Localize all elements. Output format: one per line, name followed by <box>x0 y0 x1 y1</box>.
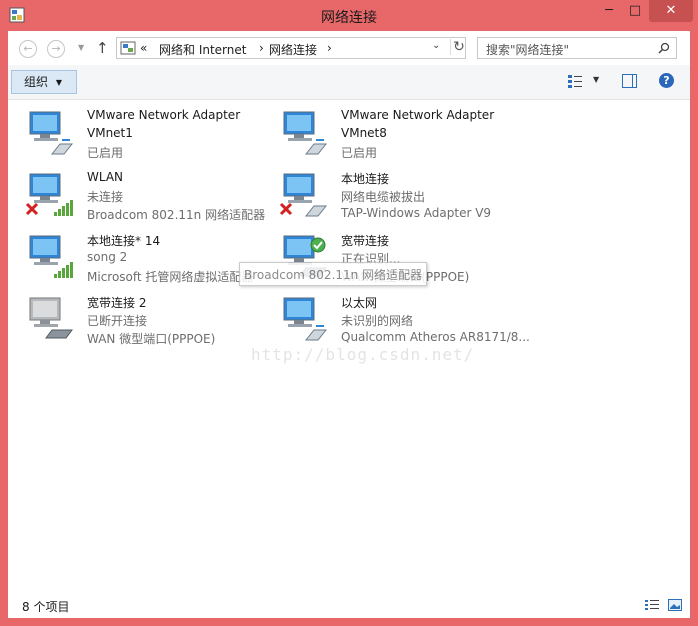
connection-item-ethernet[interactable]: 以太网 未识别的网络 Qualcomm Atheros AR8171/8... <box>278 294 530 352</box>
connection-name: 以太网 <box>341 296 378 310</box>
connection-name: WLAN <box>87 170 124 184</box>
large-icons-view-icon[interactable] <box>668 599 682 611</box>
network-adapter-icon <box>283 297 328 341</box>
connection-item-wlan[interactable]: WLAN 未连接 Broadcom 802.11n 网络适配器 <box>24 170 274 228</box>
connection-status: 已断开连接 <box>87 314 148 328</box>
connection-name: VMware Network Adapter <box>87 108 241 122</box>
connection-name: 宽带连接 <box>341 234 390 248</box>
wireless-adapter-icon <box>29 235 73 278</box>
address-dropdown-button[interactable]: ⌄ <box>432 40 440 51</box>
navigation-bar: ← → ▼ ↑ « 网络和 Internet › 网络连接 › ⌄ ↻ 搜索"网… <box>8 31 690 64</box>
tooltip: Broadcom 802.11n 网络适配器 <box>239 262 427 286</box>
search-icon[interactable] <box>658 42 670 54</box>
connections-list: http://blog.csdn.net/ VMware Network Ada… <box>8 100 690 590</box>
details-view-icon[interactable] <box>645 600 659 611</box>
connection-device: TAP-Windows Adapter V9 <box>341 206 492 220</box>
refresh-button[interactable]: ↻ <box>450 39 467 55</box>
broadband-modem-icon <box>29 297 73 339</box>
forward-button[interactable]: → <box>47 40 65 58</box>
connection-item-local[interactable]: 本地连接 网络电缆被拔出 TAP-Windows Adapter V9 <box>278 170 528 228</box>
close-button[interactable]: ✕ <box>649 0 693 22</box>
connection-device: Qualcomm Atheros AR8171/8... <box>341 330 530 344</box>
chevron-down-icon: ▼ <box>55 78 62 87</box>
connection-status: 网络电缆被拔出 <box>341 190 426 204</box>
breadcrumb-overflow[interactable]: « <box>140 41 147 55</box>
client-area: ← → ▼ ↑ « 网络和 Internet › 网络连接 › ⌄ ↻ 搜索"网… <box>8 31 690 618</box>
maximize-button[interactable]: □ <box>622 0 648 22</box>
connection-device: WAN 微型端口(PPPOE) <box>87 332 216 346</box>
connection-status: 未连接 <box>87 190 124 204</box>
connection-status: song 2 <box>87 250 128 264</box>
breadcrumb-network-internet[interactable]: 网络和 Internet <box>159 41 246 58</box>
network-adapter-icon <box>283 111 328 155</box>
connection-item-vmnet8[interactable]: VMware Network Adapter VMnet8 已启用 <box>278 108 528 166</box>
connection-status: 未识别的网络 <box>341 314 414 328</box>
window-title: 网络连接 <box>321 10 377 26</box>
network-folder-icon <box>120 41 136 55</box>
breadcrumb-separator[interactable]: › <box>327 41 332 55</box>
help-button[interactable]: ? <box>659 73 674 88</box>
title-bar[interactable]: 网络连接 ─ □ ✕ <box>0 0 698 32</box>
connection-item-vmnet1[interactable]: VMware Network Adapter VMnet1 已启用 <box>24 108 274 166</box>
view-dropdown-button[interactable]: ▼ <box>593 75 599 84</box>
minimize-button[interactable]: ─ <box>596 0 622 22</box>
explorer-window: 网络连接 ─ □ ✕ ← → ▼ ↑ « 网络和 Internet › 网络连接… <box>0 0 698 626</box>
preview-pane-button[interactable] <box>622 74 637 88</box>
network-adapter-icon <box>279 173 328 217</box>
view-options-icon[interactable] <box>567 73 583 89</box>
breadcrumb-separator[interactable]: › <box>259 41 264 55</box>
connection-name: 本地连接 <box>341 172 390 186</box>
tooltip-text: Broadcom 802.11n 网络适配器 <box>244 268 423 282</box>
breadcrumb-network-connections[interactable]: 网络连接 <box>269 41 317 58</box>
connection-name: 本地连接* 14 <box>87 234 161 248</box>
back-button[interactable]: ← <box>19 40 37 58</box>
connection-item-broadband-2[interactable]: 宽带连接 2 已断开连接 WAN 微型端口(PPPOE) <box>24 294 274 352</box>
organize-label: 组织 <box>24 75 49 89</box>
connection-name-line2: VMnet8 <box>341 126 387 140</box>
item-count: 8 个项目 <box>22 600 70 614</box>
organize-button[interactable]: 组织 ▼ <box>11 70 77 94</box>
up-button[interactable]: ↑ <box>96 39 109 57</box>
status-bar: 8 个项目 <box>8 593 690 618</box>
search-input[interactable]: 搜索"网络连接" <box>477 37 677 59</box>
connection-status: 已启用 <box>87 146 124 160</box>
connection-name-line2: VMnet1 <box>87 126 133 140</box>
address-bar[interactable]: « 网络和 Internet › 网络连接 › ⌄ ↻ <box>116 37 466 59</box>
connection-item-local-14[interactable]: 本地连接* 14 song 2 Microsoft 托管网络虚拟适配器 <box>24 232 274 290</box>
connection-name: 宽带连接 2 <box>87 296 147 310</box>
connection-device: Microsoft 托管网络虚拟适配器 <box>87 270 254 284</box>
recent-locations-button[interactable]: ▼ <box>78 43 84 52</box>
connection-device: Broadcom 802.11n 网络适配器 <box>87 208 266 222</box>
search-placeholder: 搜索"网络连接" <box>486 43 570 57</box>
wireless-adapter-icon <box>25 173 73 216</box>
connection-name: VMware Network Adapter <box>341 108 495 122</box>
connection-status: 已启用 <box>341 146 378 160</box>
command-bar: 组织 ▼ ▼ ? <box>8 65 690 100</box>
network-adapter-icon <box>29 111 74 155</box>
